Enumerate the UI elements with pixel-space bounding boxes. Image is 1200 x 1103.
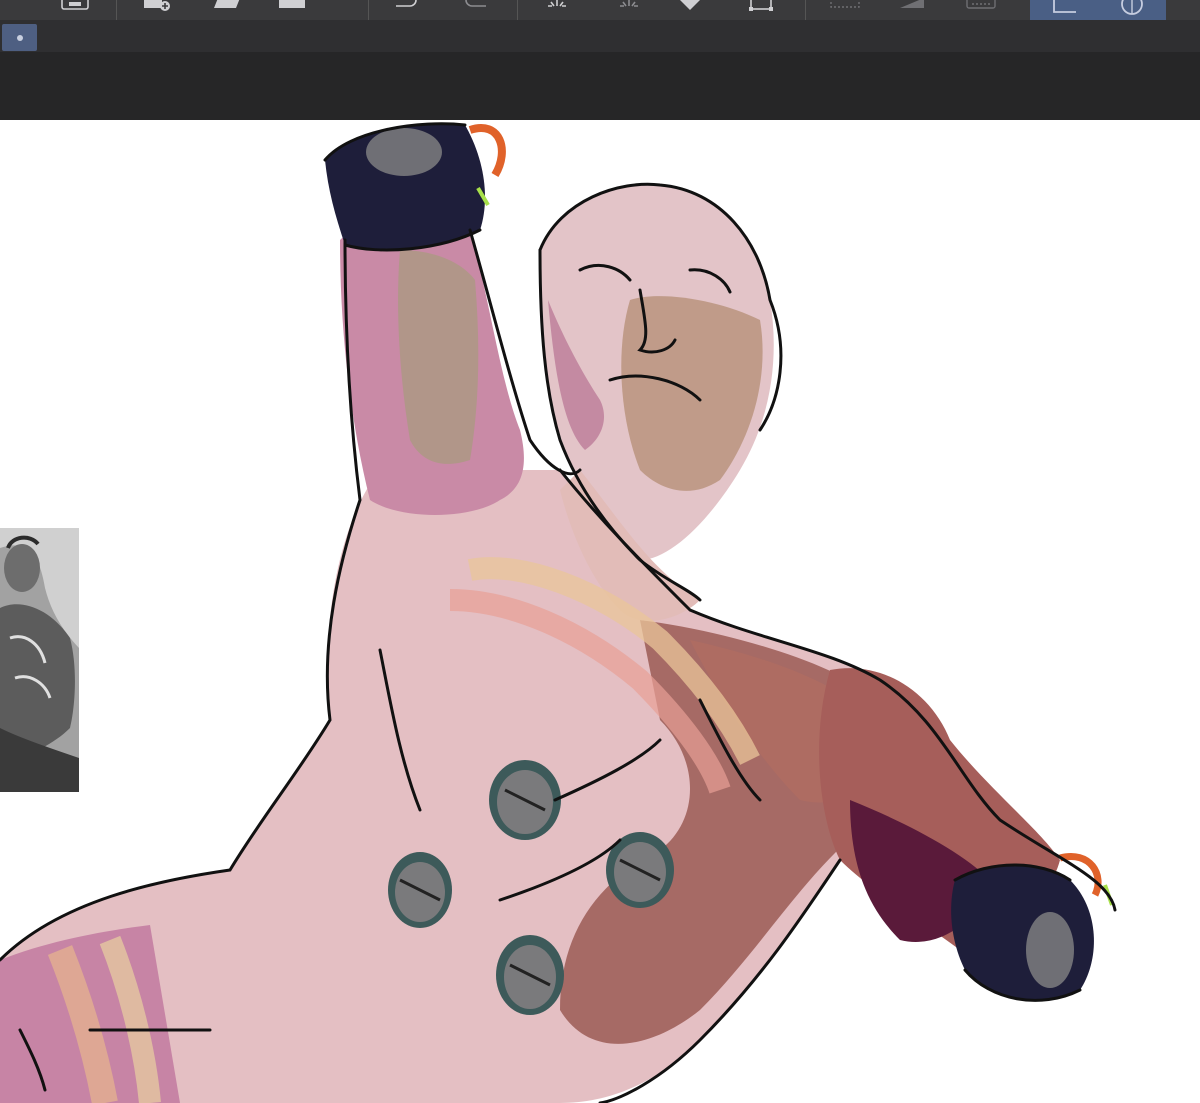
drawing-canvas[interactable] bbox=[0, 120, 1200, 1103]
digital-figure-painting bbox=[0, 122, 1117, 1103]
fill-icon[interactable] bbox=[672, 0, 708, 20]
add-layer-icon[interactable] bbox=[140, 0, 176, 20]
keyboard-icon[interactable] bbox=[962, 0, 1000, 20]
rectangle-select-icon[interactable] bbox=[274, 0, 310, 20]
clear-sparkle-icon[interactable] bbox=[612, 0, 646, 20]
deselect-icon[interactable] bbox=[826, 0, 864, 20]
undo-icon[interactable] bbox=[392, 0, 422, 20]
lower-cuff bbox=[951, 865, 1094, 1001]
invert-select-icon[interactable] bbox=[894, 0, 932, 20]
main-toolbar bbox=[0, 0, 1200, 21]
tab-bar bbox=[0, 20, 1200, 52]
transform-icon[interactable] bbox=[744, 0, 778, 20]
eraser-icon[interactable] bbox=[208, 0, 244, 20]
redo-icon[interactable] bbox=[460, 0, 490, 20]
tool-options-bar bbox=[0, 52, 1200, 120]
brush-sparkle-icon[interactable] bbox=[540, 0, 574, 20]
symmetry-icon[interactable] bbox=[1098, 0, 1166, 20]
export-icon[interactable] bbox=[58, 0, 92, 20]
tab-indicator-icon bbox=[16, 34, 23, 41]
statue-reference-photo[interactable] bbox=[0, 528, 79, 792]
ruler-icon[interactable] bbox=[1030, 0, 1098, 20]
document-tab[interactable] bbox=[2, 24, 37, 51]
